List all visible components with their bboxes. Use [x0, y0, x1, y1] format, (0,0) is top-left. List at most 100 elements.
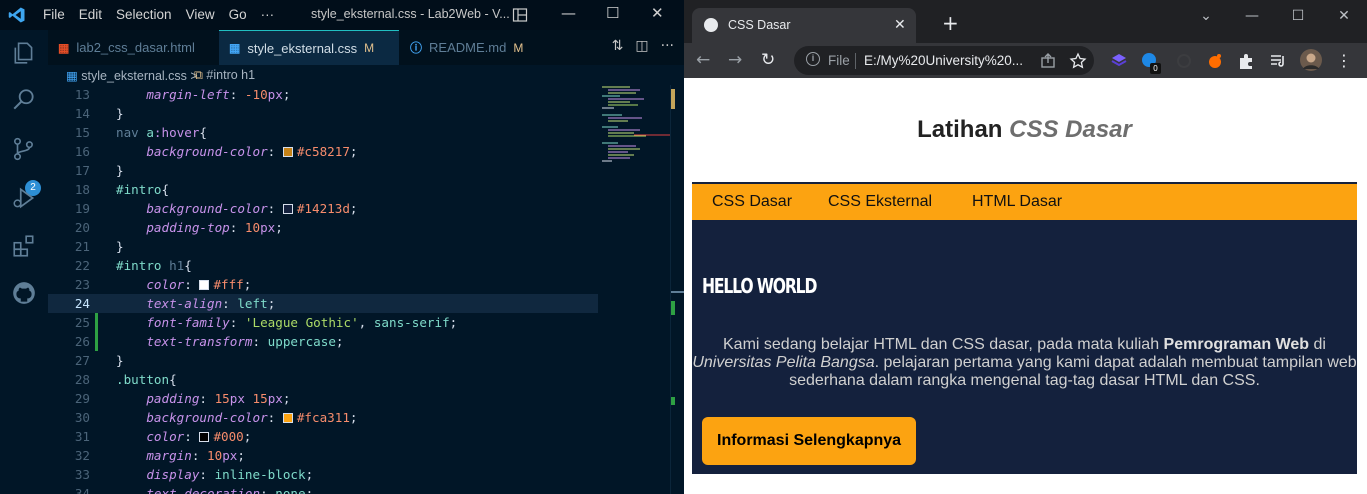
extension-badge: 0	[1150, 63, 1161, 74]
intro-paragraph: Kami sedang belajar HTML dan CSS dasar, …	[692, 336, 1357, 390]
code-line[interactable]: 21}	[48, 237, 598, 256]
nav-link-html-dasar[interactable]: HTML Dasar	[972, 193, 1062, 211]
breadcrumb-symbol[interactable]: ⧉ #intro h1	[194, 68, 255, 83]
line-code: padding-top: 10px;	[146, 220, 283, 235]
open-changes-icon[interactable]: ⇅	[612, 38, 624, 54]
code-line[interactable]: 34 text-decoration: none;	[48, 484, 598, 494]
line-code: background-color: #c58217;	[146, 144, 358, 159]
github-icon[interactable]	[11, 280, 37, 306]
line-number: 30	[74, 410, 90, 425]
line-code: text-align: left;	[146, 296, 276, 311]
chrome-toolbar: ← → ↻ i File E:/My%20University%20... 0 …	[684, 43, 1367, 78]
chrome-menu-icon[interactable]: ⋮	[1336, 51, 1352, 70]
code-line[interactable]: 24 text-align: left;	[48, 294, 598, 313]
share-icon[interactable]	[1039, 52, 1057, 70]
line-number: 20	[74, 220, 90, 235]
intro-bold: Pemrograman Web	[1163, 336, 1310, 353]
code-line[interactable]: 23 color: #fff;	[48, 275, 598, 294]
line-number: 16	[74, 144, 90, 159]
bookmark-star-icon[interactable]	[1069, 52, 1087, 70]
code-line[interactable]: 13 margin-left: -10px;	[48, 85, 598, 104]
code-line[interactable]: 30 background-color: #fca311;	[48, 408, 598, 427]
explorer-icon[interactable]	[11, 40, 37, 66]
chrome-window-controls: ⌄ — ☐ ✕	[1183, 0, 1367, 24]
customize-layout-icon[interactable]	[512, 7, 528, 23]
code-line[interactable]: 16 background-color: #c58217;	[48, 142, 598, 161]
split-editor-icon[interactable]: ◫	[635, 38, 648, 54]
browser-tab[interactable]: CSS Dasar ✕	[692, 8, 916, 43]
extension-orange-icon[interactable]	[1206, 52, 1224, 70]
menu-go[interactable]: Go	[229, 7, 247, 22]
code-line[interactable]: 22 #intro h1{	[48, 256, 598, 275]
close-window-icon[interactable]: ✕	[1321, 0, 1367, 24]
reading-list-icon[interactable]	[1269, 52, 1287, 70]
menu-view[interactable]: View	[186, 7, 215, 22]
code-line[interactable]: 19 background-color: #14213d;	[48, 199, 598, 218]
tab-css-file[interactable]: ▦ style_eksternal.css M	[219, 30, 399, 65]
code-line[interactable]: 32 margin: 10px;	[48, 446, 598, 465]
menu-selection[interactable]: Selection	[116, 7, 172, 22]
window-title: style_eksternal.css - Lab2Web - V...	[311, 7, 510, 21]
menu-bar: File Edit Selection View Go ···	[43, 7, 288, 22]
maximize-icon[interactable]: ☐	[606, 4, 619, 22]
more-actions-icon[interactable]: ···	[661, 38, 674, 54]
line-number: 13	[74, 87, 90, 102]
code-line[interactable]: 25 font-family: 'League Gothic', sans-se…	[48, 313, 598, 332]
search-icon[interactable]	[11, 87, 37, 113]
line-code: margin: 10px;	[146, 448, 245, 463]
code-line[interactable]: 28 .button{	[48, 370, 598, 389]
menu-edit[interactable]: Edit	[79, 7, 102, 22]
code-line[interactable]: 31 color: #000;	[48, 427, 598, 446]
divider	[855, 53, 856, 69]
code-line[interactable]: 27}	[48, 351, 598, 370]
chrome-tabstrip: CSS Dasar ✕ + ⌄ — ☐ ✕	[684, 0, 1367, 43]
site-header: Latihan CSS Dasar	[692, 78, 1357, 182]
profile-avatar[interactable]	[1300, 49, 1322, 71]
extensions-icon[interactable]	[11, 233, 37, 259]
html-icon: ▦	[58, 40, 70, 55]
line-number: 34	[74, 486, 90, 494]
run-debug-icon[interactable]	[11, 185, 37, 211]
nav-link-css-eksternal[interactable]: CSS Eksternal	[828, 193, 932, 211]
info-button[interactable]: Informasi Selengkapnya	[702, 417, 917, 465]
code-line[interactable]: 18 #intro{	[48, 180, 598, 199]
code-editor[interactable]: 13 margin-left: -10px; 14} 15 nav a:hover{1…	[48, 85, 684, 494]
site-info-icon[interactable]: i	[806, 52, 820, 66]
menu-file[interactable]: File	[43, 7, 65, 22]
line-number: 14	[74, 106, 90, 121]
code-line[interactable]: 20 padding-top: 10px;	[48, 218, 598, 237]
code-line[interactable]: 26 text-transform: uppercase;	[48, 332, 598, 351]
minimize-icon[interactable]: —	[561, 4, 576, 22]
line-number: 27	[74, 353, 90, 368]
line-number: 19	[74, 201, 90, 216]
new-tab-icon[interactable]: +	[942, 11, 959, 35]
code-line[interactable]: 33 display: inline-block;	[48, 465, 598, 484]
editor-scrollbar[interactable]	[670, 85, 684, 494]
close-window-icon[interactable]: ✕	[651, 4, 664, 22]
code-line[interactable]: 15 nav a:hover{	[48, 123, 598, 142]
forward-icon[interactable]: →	[728, 50, 742, 70]
intro-text: . pelajaran pertama yang kami dapat adal…	[789, 354, 1357, 389]
close-tab-icon[interactable]: ✕	[894, 16, 906, 33]
line-number: 26	[74, 334, 90, 349]
menu-more[interactable]: ···	[261, 7, 275, 22]
extension-purple-icon[interactable]	[1110, 52, 1128, 70]
breadcrumb-file[interactable]: ▦ style_eksternal.css >	[66, 68, 198, 83]
code-line[interactable]: 29 padding: 15px 15px;	[48, 389, 598, 408]
tab-readme-file[interactable]: ⓘ README.md M	[400, 30, 530, 65]
maximize-icon[interactable]: ☐	[1275, 0, 1321, 24]
back-icon[interactable]: ←	[696, 50, 710, 70]
editor-tabs: ▦ lab2_css_dasar.html ▦ style_eksternal.…	[48, 30, 684, 65]
code-line[interactable]: 14}	[48, 104, 598, 123]
extensions-puzzle-icon[interactable]	[1237, 52, 1255, 70]
nav-link-css-dasar[interactable]: CSS Dasar	[712, 193, 792, 211]
extension-dim-icon[interactable]	[1175, 52, 1193, 70]
minimap[interactable]	[600, 85, 670, 185]
minimize-icon[interactable]: —	[1229, 0, 1275, 24]
page-title-plain: Latihan	[917, 116, 1003, 143]
tab-search-icon[interactable]: ⌄	[1183, 0, 1229, 24]
reload-icon[interactable]: ↻	[761, 50, 775, 70]
tab-html-file[interactable]: ▦ lab2_css_dasar.html	[48, 30, 218, 65]
code-line[interactable]: 17}	[48, 161, 598, 180]
source-control-icon[interactable]	[11, 136, 37, 162]
